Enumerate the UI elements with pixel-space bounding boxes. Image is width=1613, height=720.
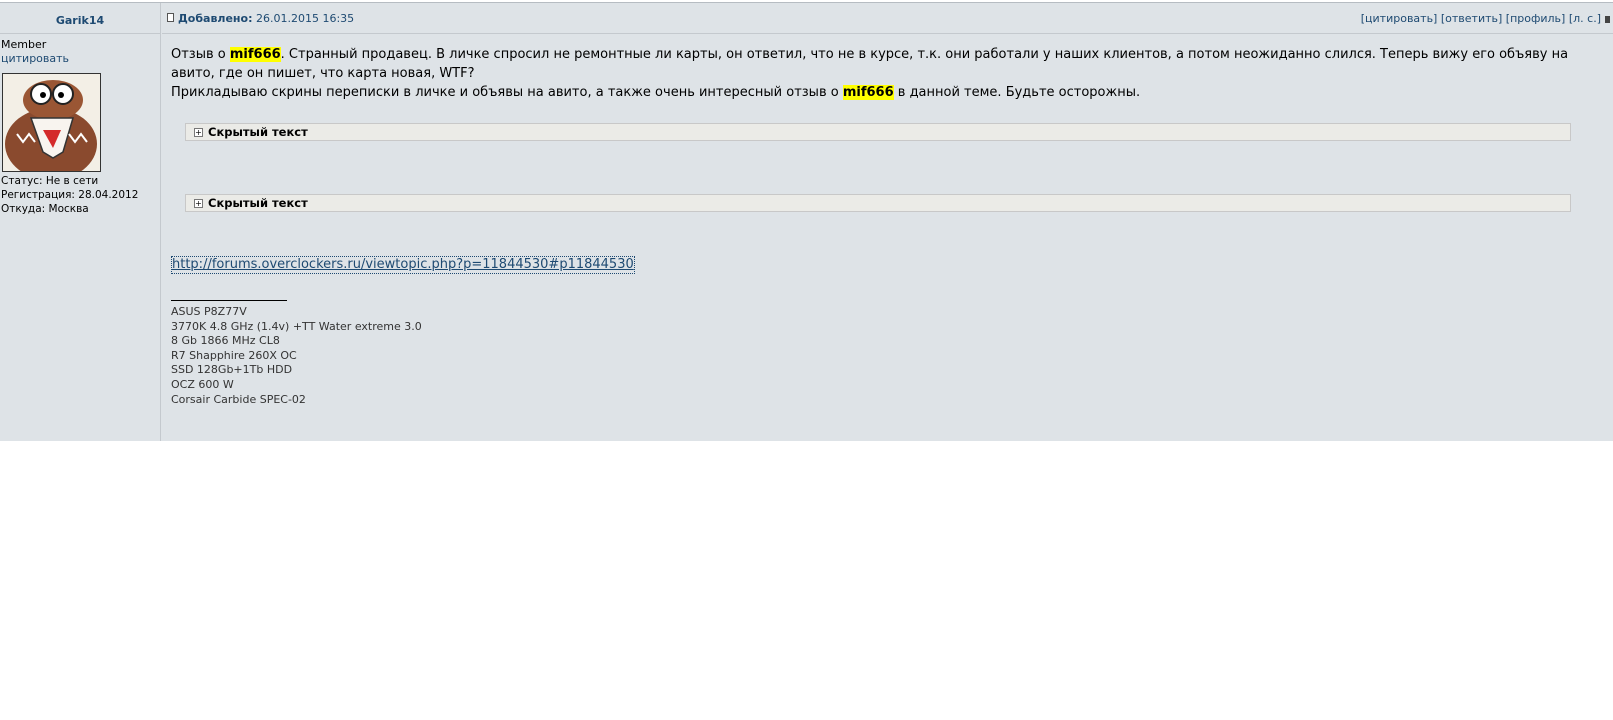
- spoiler-label: Скрытый текст: [208, 196, 308, 210]
- avatar: [2, 73, 101, 172]
- signature: ASUS P8Z77V 3770K 4.8 GHz (1.4v) +TT Wat…: [171, 305, 1604, 407]
- signature-line: 3770K 4.8 GHz (1.4v) +TT Water extreme 3…: [171, 319, 422, 333]
- post-header: Добавлено: 26.01.2015 16:35 [цитировать]…: [162, 3, 1613, 34]
- post-body: Отзыв о mif666. Странный продавец. В лич…: [162, 34, 1613, 407]
- signature-separator: [171, 300, 287, 301]
- signature-line: R7 Shapphire 260X OC: [171, 348, 297, 362]
- author-status: Статус: Не в сети: [1, 175, 99, 187]
- text: Отзыв о: [171, 47, 230, 62]
- signature-line: SSD 128Gb+1Tb HDD: [171, 363, 293, 377]
- forum-post: Garik14 Member цитировать Статус: Не в с…: [0, 2, 1613, 441]
- private-message-button[interactable]: [л. с.]: [1569, 12, 1601, 25]
- highlighted-term: mif666: [229, 47, 281, 62]
- author-info: Member цитировать Статус: Не в сети Реги…: [0, 34, 160, 216]
- post-paragraph: Прикладываю скрины переписки в личке и о…: [171, 83, 1604, 102]
- message-column: Добавлено: 26.01.2015 16:35 [цитировать]…: [162, 3, 1613, 441]
- text: . Странный продавец. В личке спросил не …: [171, 47, 1569, 81]
- reply-button[interactable]: [ответить]: [1441, 12, 1502, 25]
- author-rank: Member: [1, 38, 47, 51]
- post-paragraph: Отзыв о mif666. Странный продавец. В лич…: [171, 45, 1604, 83]
- post-date: Добавлено: 26.01.2015 16:35: [178, 12, 354, 25]
- top-icon[interactable]: [1605, 15, 1610, 23]
- quote-username-link[interactable]: цитировать: [1, 52, 160, 66]
- author-column: Garik14 Member цитировать Статус: Не в с…: [0, 3, 161, 441]
- expand-icon: +: [194, 128, 203, 137]
- signature-line: 8 Gb 1866 MHz CL8: [171, 334, 280, 348]
- signature-line: Corsair Carbide SPEC-02: [171, 392, 306, 406]
- text: Прикладываю скрины переписки в личке и о…: [171, 85, 843, 100]
- post-icon[interactable]: [167, 13, 174, 22]
- posted-label: Добавлено:: [178, 12, 253, 25]
- highlighted-term: mif666: [842, 85, 894, 100]
- post-actions: [цитировать] [ответить] [профиль] [л. с.…: [1361, 12, 1610, 25]
- signature-line: OCZ 600 W: [171, 377, 234, 391]
- author-name[interactable]: Garik14: [56, 14, 104, 27]
- quote-button[interactable]: [цитировать]: [1361, 12, 1438, 25]
- spoiler-toggle[interactable]: + Скрытый текст: [185, 194, 1571, 212]
- topic-link[interactable]: http://forums.overclockers.ru/viewtopic.…: [171, 256, 635, 274]
- author-registered: Регистрация: 28.04.2012: [1, 189, 139, 201]
- author-location: Откуда: Москва: [1, 203, 89, 215]
- author-name-cell: Garik14: [0, 3, 160, 34]
- text: в данной теме. Будьте осторожны.: [893, 85, 1141, 100]
- signature-line: ASUS P8Z77V: [171, 305, 247, 318]
- expand-icon: +: [194, 199, 203, 208]
- profile-button[interactable]: [профиль]: [1506, 12, 1566, 25]
- spoiler-toggle[interactable]: + Скрытый текст: [185, 123, 1571, 141]
- spoiler-label: Скрытый текст: [208, 125, 308, 139]
- posted-date: 26.01.2015 16:35: [256, 12, 355, 25]
